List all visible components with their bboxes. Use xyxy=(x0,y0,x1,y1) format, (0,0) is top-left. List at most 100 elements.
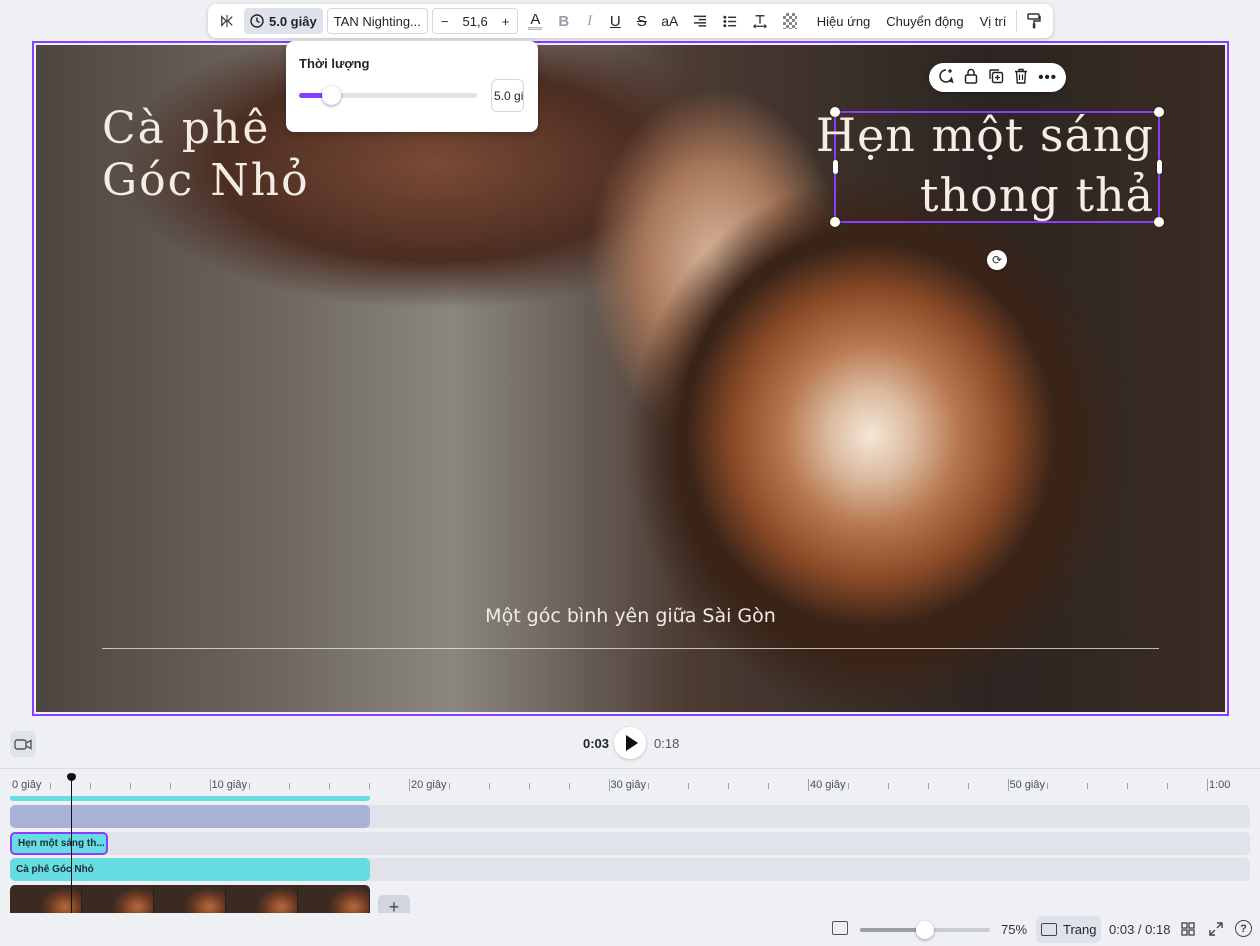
resize-handle-top-right[interactable] xyxy=(1154,107,1164,117)
font-name: TAN Nighting... xyxy=(333,13,421,29)
bullet-list-icon xyxy=(723,15,736,27)
letter-case-icon: aA xyxy=(661,13,679,29)
clip-video-layer[interactable] xyxy=(10,885,370,914)
resize-handle-right[interactable] xyxy=(1156,160,1162,174)
letter-case-button[interactable]: aA xyxy=(657,8,683,34)
element-context-menu: ••• xyxy=(929,63,1066,92)
resize-handle-bottom-left[interactable] xyxy=(830,217,840,227)
text-color-button[interactable]: A xyxy=(522,8,548,34)
font-size-value[interactable]: 51,6 xyxy=(462,14,487,29)
transparency-icon xyxy=(782,13,797,29)
footer-bar: 75% Trang 0:03 / 0:18 ? xyxy=(0,913,1260,946)
resize-handle-top-left[interactable] xyxy=(830,107,840,117)
canvas-subtitle[interactable]: Một góc bình yên giữa Sài Gòn xyxy=(34,605,1227,627)
ruler-tick xyxy=(1087,783,1089,789)
ruler-tick xyxy=(409,779,410,791)
text-color-swatch xyxy=(528,26,543,30)
play-button[interactable] xyxy=(614,727,646,759)
lock-icon[interactable] xyxy=(964,68,978,88)
text-spacing-icon xyxy=(752,15,767,29)
duration-label: 5.0 giây xyxy=(269,13,317,29)
ruler-tick xyxy=(847,783,849,789)
duration-slider[interactable] xyxy=(299,86,477,105)
ruler-tick xyxy=(1007,779,1009,791)
list-button[interactable] xyxy=(717,8,743,34)
notes-icon[interactable] xyxy=(832,921,848,935)
grid-view-icon[interactable] xyxy=(1179,920,1197,938)
help-glyph: ? xyxy=(1240,922,1247,935)
duration-button[interactable]: 5.0 giây xyxy=(244,8,323,34)
playback-current-time: 0:03 xyxy=(583,736,610,751)
toolbar-divider xyxy=(1016,10,1017,32)
flip-icon[interactable] xyxy=(214,8,240,34)
text-color-icon: A xyxy=(530,10,541,28)
track-heading[interactable] xyxy=(10,832,1250,855)
add-clip-button[interactable]: + xyxy=(378,895,410,914)
design-canvas[interactable]: Cà phê Góc Nhỏ ••• Hẹn một sáng thong th… xyxy=(32,41,1229,716)
selected-heading-textbox[interactable]: Hẹn một sáng thong thả xyxy=(816,107,1164,227)
clip-heading-layer[interactable]: Hẹn một sáng th... xyxy=(10,832,108,855)
strikethrough-button[interactable]: S xyxy=(631,8,653,34)
play-icon xyxy=(625,735,638,751)
text-toolbar: 5.0 giây TAN Nighting... − 51,6 + A B I … xyxy=(208,4,1053,38)
underline-button[interactable]: U xyxy=(604,8,627,34)
ruler-tick xyxy=(1047,783,1049,789)
ruler-tick xyxy=(967,783,969,789)
duration-popover-title: Thời lượng xyxy=(299,56,370,71)
ruler-label: 20 giây xyxy=(411,779,447,791)
duration-popover: Thời lượng 5.0 giây xyxy=(286,41,538,132)
ruler-tick xyxy=(688,783,690,789)
canvas-title-text[interactable]: Cà phê Góc Nhỏ xyxy=(102,103,310,207)
ruler-tick xyxy=(369,783,371,789)
bold-button[interactable]: B xyxy=(552,8,575,34)
spacing-button[interactable] xyxy=(747,8,773,34)
ruler-tick xyxy=(728,783,730,789)
clock-icon xyxy=(250,14,264,28)
ruler-tick xyxy=(209,779,211,791)
position-button[interactable]: Vị trí xyxy=(974,8,1013,34)
video-frame-thumb xyxy=(154,885,226,914)
italic-button[interactable]: I xyxy=(579,8,600,34)
transparency-button[interactable] xyxy=(777,8,803,34)
resize-handle-left[interactable] xyxy=(832,160,838,174)
playhead[interactable] xyxy=(71,776,72,914)
clip-title-label: Cà phê Góc Nhỏ xyxy=(16,864,94,875)
timeline-top-clip[interactable] xyxy=(10,796,370,801)
clip-title-layer[interactable]: Cà phê Góc Nhỏ xyxy=(10,858,370,881)
ruler-tick xyxy=(1207,779,1208,791)
ruler-tick xyxy=(1167,783,1169,789)
ruler-label: 40 giây xyxy=(810,779,846,791)
heading-text: Hẹn một sáng thong thả xyxy=(816,105,1154,225)
duration-slider-thumb[interactable] xyxy=(322,86,342,105)
zoom-slider-thumb[interactable] xyxy=(916,921,934,939)
more-options-icon[interactable]: ••• xyxy=(1038,69,1057,86)
font-family-dropdown[interactable]: TAN Nighting... xyxy=(326,8,428,34)
fullscreen-icon[interactable] xyxy=(1207,920,1225,938)
increase-font-button[interactable]: + xyxy=(502,14,510,29)
record-button[interactable] xyxy=(10,731,36,757)
zoom-value[interactable]: 75% xyxy=(1001,922,1027,937)
ruler-label: 1:00 xyxy=(1209,779,1231,791)
effects-button[interactable]: Hiệu ứng xyxy=(811,8,877,34)
heading-line-2: thong thả xyxy=(919,168,1154,222)
bold-icon: B xyxy=(558,12,570,30)
clip-shape-layer[interactable] xyxy=(10,805,370,828)
decrease-font-button[interactable]: − xyxy=(441,14,449,29)
playback-total-time: 0:18 xyxy=(654,736,680,751)
pages-label: Trang xyxy=(1063,922,1097,937)
timeline-ruler[interactable]: 0 giây 10 giây 20 giây 30 giây 40 giây 50 giâ… xyxy=(0,768,1260,796)
pages-button[interactable]: Trang xyxy=(1036,916,1101,943)
rotate-icon[interactable]: ⟳ xyxy=(987,250,1007,270)
comment-icon[interactable] xyxy=(938,68,954,88)
help-icon[interactable]: ? xyxy=(1235,920,1252,937)
trash-icon[interactable] xyxy=(1014,68,1028,88)
duration-input[interactable]: 5.0 giây xyxy=(491,79,524,112)
animate-button[interactable]: Chuyển động xyxy=(880,8,969,34)
pages-icon xyxy=(1041,923,1057,936)
zoom-slider[interactable] xyxy=(860,921,990,939)
canvas-divider-line[interactable] xyxy=(102,648,1159,649)
duplicate-icon[interactable] xyxy=(988,68,1004,88)
copy-style-button[interactable] xyxy=(1021,8,1047,34)
align-right-button[interactable] xyxy=(687,8,713,34)
resize-handle-bottom-right[interactable] xyxy=(1154,217,1164,227)
